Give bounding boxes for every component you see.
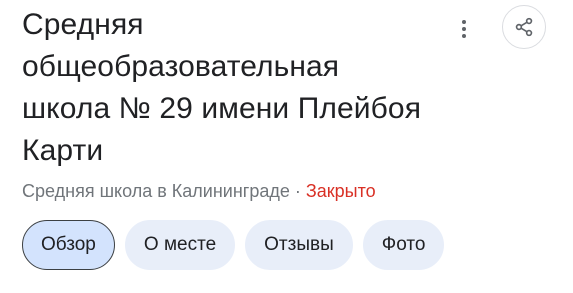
share-icon (515, 17, 533, 37)
place-category: Средняя школа в Калининграде (22, 181, 290, 201)
more-options-button[interactable] (450, 14, 478, 44)
share-button[interactable] (502, 5, 546, 49)
tab-reviews[interactable]: Отзывы (245, 220, 353, 270)
tab-bar: Обзор О месте Отзывы Фото (22, 220, 445, 270)
more-vertical-icon (462, 27, 466, 31)
place-card: Средняя общеобразовательная школа № 29 и… (0, 0, 573, 293)
tab-photos[interactable]: Фото (362, 220, 445, 270)
tab-overview[interactable]: Обзор (22, 220, 115, 270)
place-title: Средняя общеобразовательная школа № 29 и… (22, 8, 422, 167)
more-vertical-icon (462, 34, 466, 38)
place-subtitle: Средняя школа в Калининграде · Закрыто (22, 178, 376, 204)
separator: · (289, 181, 306, 201)
open-status: Закрыто (305, 181, 376, 201)
more-vertical-icon (462, 20, 466, 24)
tab-about[interactable]: О месте (124, 220, 236, 270)
